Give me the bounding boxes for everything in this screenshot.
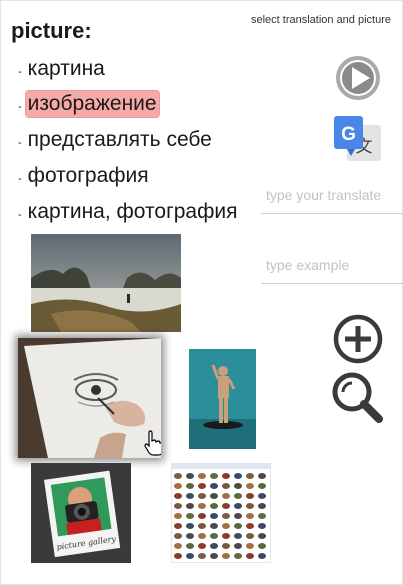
translation-label: изображение bbox=[25, 91, 159, 117]
picture-gallery-photographer[interactable]: picture gallery bbox=[31, 463, 131, 563]
plus-circle-icon[interactable] bbox=[332, 313, 384, 365]
magnifier-icon[interactable] bbox=[330, 370, 386, 426]
bullet-dash: - bbox=[18, 173, 22, 185]
translation-label: фотография bbox=[27, 164, 149, 187]
translation-option[interactable]: - картина, фотография bbox=[18, 199, 239, 225]
play-icon[interactable] bbox=[333, 53, 383, 103]
svg-text:G: G bbox=[341, 124, 356, 145]
picture-animals-grid[interactable] bbox=[171, 463, 271, 563]
translation-option[interactable]: - картина bbox=[18, 56, 107, 82]
picture-drawing-hand[interactable] bbox=[18, 338, 161, 458]
translation-label: картина, фотография bbox=[27, 200, 238, 223]
bullet-dash: - bbox=[18, 101, 22, 113]
translation-option[interactable]: - фотография bbox=[18, 163, 151, 189]
example-input[interactable] bbox=[261, 257, 403, 284]
translation-label: картина bbox=[27, 57, 105, 80]
bullet-dash: - bbox=[18, 66, 22, 78]
translation-label: представлять себе bbox=[27, 128, 212, 151]
bullet-dash: - bbox=[18, 137, 22, 149]
translation-input[interactable] bbox=[261, 187, 403, 214]
hand-cursor-icon bbox=[144, 430, 161, 456]
instruction-hint: select translation and picture bbox=[250, 14, 391, 26]
google-translate-icon[interactable]: 文 G bbox=[333, 115, 383, 163]
word-title: picture: bbox=[11, 18, 92, 43]
bullet-dash: - bbox=[18, 209, 22, 221]
translation-option[interactable]: - представлять себе bbox=[18, 127, 214, 153]
picture-man-figure[interactable] bbox=[189, 349, 256, 449]
translation-option-selected[interactable]: - изображение bbox=[18, 91, 159, 117]
picture-winter-landscape[interactable] bbox=[31, 234, 181, 332]
